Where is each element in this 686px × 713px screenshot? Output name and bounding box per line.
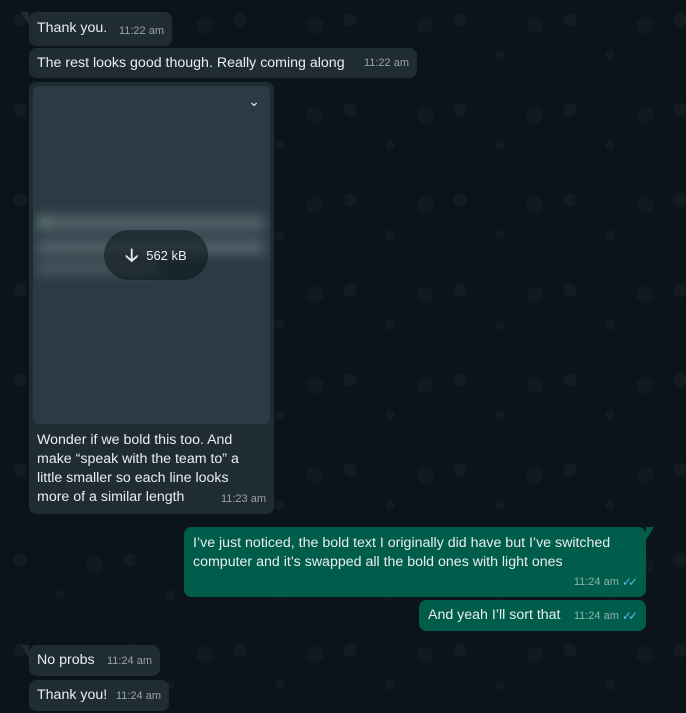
message-text: No probs bbox=[37, 652, 95, 668]
incoming-message[interactable]: No probs 11:24 am bbox=[21, 645, 160, 676]
message-time: 11:24 am bbox=[115, 690, 161, 702]
incoming-message[interactable]: Thank you! 11:24 am bbox=[29, 680, 169, 711]
message-time: 11:24 am bbox=[573, 576, 619, 588]
double-check-icon: ✓✓ bbox=[621, 575, 638, 589]
message-time: 11:22 am bbox=[118, 25, 164, 37]
message-meta: 11:22 am bbox=[364, 54, 409, 73]
message-text: The rest looks good though. Really comin… bbox=[37, 55, 345, 71]
message-meta: 11:24 am ✓✓ bbox=[574, 607, 638, 626]
message-meta: 11:24 am bbox=[107, 652, 152, 671]
message-meta: 11:24 am ✓✓ bbox=[574, 573, 638, 592]
incoming-message[interactable]: The rest looks good though. Really comin… bbox=[29, 48, 417, 78]
message-time: 11:24 am bbox=[106, 655, 152, 667]
message-text: And yeah I’ll sort that bbox=[428, 607, 561, 623]
message-time: 11:24 am bbox=[573, 610, 619, 622]
download-button[interactable]: 🡣 562 kB bbox=[104, 230, 208, 280]
chevron-down-icon[interactable]: ⌄ bbox=[248, 92, 260, 111]
message-time: 11:22 am bbox=[363, 57, 409, 69]
outgoing-message[interactable]: And yeah I’ll sort that 11:24 am ✓✓ bbox=[419, 600, 646, 631]
message-text: Thank you! bbox=[37, 687, 108, 703]
message-text: Thank you. bbox=[37, 20, 108, 36]
message-meta: 11:23 am bbox=[221, 490, 266, 509]
file-size: 562 kB bbox=[146, 247, 187, 263]
incoming-message[interactable]: Thank you. 11:22 am bbox=[21, 12, 172, 46]
outgoing-message[interactable]: I’ve just noticed, the bold text I origi… bbox=[184, 527, 654, 597]
message-time: 11:23 am bbox=[220, 493, 266, 505]
double-check-icon: ✓✓ bbox=[621, 609, 638, 623]
incoming-image-message[interactable]: 🡣 562 kB ⌄ Wonder if we bold this too. A… bbox=[29, 82, 274, 514]
message-meta: 11:22 am bbox=[119, 22, 164, 41]
message-text: I’ve just noticed, the bold text I origi… bbox=[193, 535, 611, 570]
blurred-image-preview[interactable]: 🡣 562 kB ⌄ bbox=[33, 86, 270, 424]
download-arrow-icon: 🡣 bbox=[125, 245, 139, 265]
message-meta: 11:24 am bbox=[116, 687, 161, 706]
